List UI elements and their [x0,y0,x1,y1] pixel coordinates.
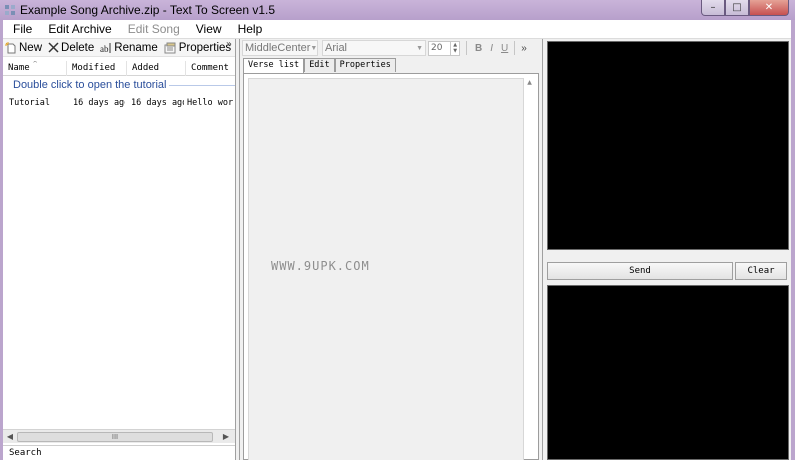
new-label: New [19,41,43,54]
live-screen-preview [547,285,789,460]
preview-buttons: Send Clear [547,262,789,280]
format-toolbar: MiddleCenter ▼ Arial ▼ 20 ▲ ▼ B I U » [240,39,542,57]
cell-comment: Hello wor [187,98,234,108]
horizontal-scrollbar[interactable]: ◀ III ▶ [3,429,235,443]
group-divider [169,84,235,86]
song-properties-button[interactable]: Properties [164,42,231,54]
rename-label: Rename [114,41,158,54]
column-added[interactable]: Added [127,61,186,76]
song-toolbar-overflow[interactable]: » [226,39,232,50]
menu-edit-song[interactable]: Edit Song [122,22,186,36]
maximize-button[interactable]: □ [725,0,749,16]
song-list-header: ^ Name Modified Added Comment [3,61,235,76]
new-document-icon [5,41,17,54]
table-row[interactable]: Tutorial 16 days ago 16 days ago Hello w… [3,96,235,110]
send-button[interactable]: Send [547,262,733,280]
scroll-up-icon[interactable]: ▲ [524,79,535,90]
chevron-down-icon: ▼ [416,44,423,52]
cell-added: 16 days ago [131,98,184,108]
menu-help[interactable]: Help [232,22,269,36]
menu-bar: File Edit Archive Edit Song View Help [3,20,791,39]
scroll-thumb[interactable]: III [17,432,213,442]
menu-edit-archive[interactable]: Edit Archive [42,22,117,36]
close-button[interactable]: ✕ [749,0,789,16]
rename-song-button[interactable]: ab Rename [100,42,157,54]
window-title: Example Song Archive.zip - Text To Scree… [20,3,276,17]
menu-view[interactable]: View [190,22,228,36]
column-comment[interactable]: Comment [186,61,235,76]
font-size-stepper[interactable]: 20 ▲ ▼ [428,40,460,56]
minimize-button[interactable]: – [701,0,725,16]
preview-panel: Send Clear [545,39,791,460]
scroll-left-icon[interactable]: ◀ [3,432,17,441]
tab-properties[interactable]: Properties [334,58,396,72]
cell-name: Tutorial [9,98,50,108]
watermark-text: WWW.9UPK.COM [271,259,370,273]
title-bar: Example Song Archive.zip - Text To Scree… [0,0,795,20]
verse-list-area[interactable]: WWW.9UPK.COM [248,78,524,460]
toolbar-separator [466,41,467,55]
group-label: Double click to open the tutorial [13,79,167,91]
window-border-right [791,20,795,460]
delete-label: Delete [61,41,95,54]
properties-icon [164,42,177,54]
column-name[interactable]: ^ Name [3,61,67,76]
column-modified[interactable]: Modified [67,61,127,76]
font-value: Arial [325,42,348,54]
scroll-right-icon[interactable]: ▶ [219,432,233,441]
tutorial-group-header[interactable]: Double click to open the tutorial [13,79,235,91]
underline-button[interactable]: U [501,43,508,54]
search-label[interactable]: Search [3,445,235,460]
new-song-button[interactable]: New [5,41,43,54]
italic-button[interactable]: I [490,43,493,54]
font-size-value: 20 [431,42,443,53]
alignment-value: MiddleCenter [245,42,311,54]
verse-list-tab-body: WWW.9UPK.COM ▲ [243,73,539,460]
editor-panel: MiddleCenter ▼ Arial ▼ 20 ▲ ▼ B I U » Ver… [239,39,543,460]
delete-x-icon [48,42,59,53]
format-toolbar-overflow[interactable]: » [521,43,527,54]
song-toolbar: New Delete ab Rename Properties » [3,39,235,57]
tab-verse-list[interactable]: Verse list [243,58,305,73]
font-select[interactable]: Arial ▼ [322,40,426,56]
stepper-down-icon[interactable]: ▼ [451,48,459,54]
menu-file[interactable]: File [7,22,38,36]
delete-song-button[interactable]: Delete [48,42,94,54]
rename-icon: ab [100,42,112,54]
svg-text:ab: ab [100,44,109,54]
song-list-panel: New Delete ab Rename Properties » ^ Name … [3,39,236,460]
output-screen-preview [547,41,789,250]
app-icon [4,4,16,16]
alignment-select[interactable]: MiddleCenter ▼ [242,40,318,56]
chevron-down-icon: ▼ [310,44,318,52]
toolbar-separator [514,41,516,55]
cell-modified: 16 days ago [73,98,125,108]
tab-edit[interactable]: Edit [304,58,335,72]
clear-button[interactable]: Clear [735,262,787,280]
properties-label: Properties [178,41,232,54]
bold-button[interactable]: B [475,43,482,54]
sort-up-icon: ^ [33,61,38,68]
editor-tabs: Verse list Edit Properties [243,58,396,73]
